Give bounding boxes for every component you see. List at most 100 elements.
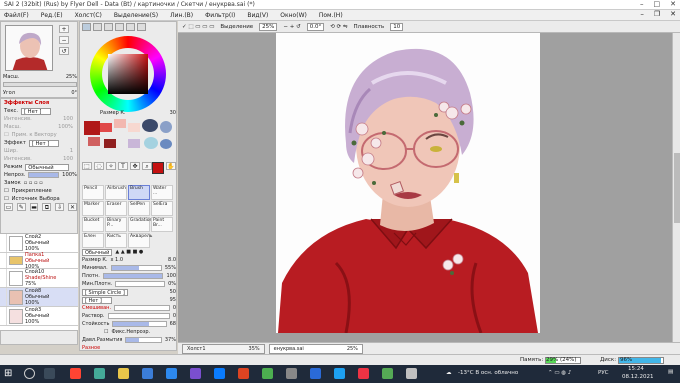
notifications-icon[interactable]: ▤ — [668, 369, 673, 375]
brush-eraser[interactable]: Eraser — [105, 201, 127, 216]
menu-window[interactable]: Окно(W) — [280, 12, 307, 19]
brush-watercolor[interactable]: Акварель — [128, 233, 152, 248]
min-size-slider[interactable] — [110, 265, 162, 271]
blend-slider[interactable] — [114, 305, 170, 311]
new-layer-icon[interactable]: ▭ — [4, 203, 13, 211]
nav-reset-button[interactable]: ↺ — [59, 47, 69, 55]
brush-blend[interactable]: Блен — [82, 233, 104, 248]
sai-icon[interactable] — [238, 368, 249, 379]
brush-marker[interactable]: Marker — [82, 201, 104, 216]
merge-layer-icon[interactable]: ⇩ — [55, 203, 65, 211]
menu-help[interactable]: Пом.(H) — [319, 12, 343, 19]
saturation-value-square[interactable] — [108, 54, 148, 94]
brush-shape-select[interactable]: [ Simple Circle ] — [82, 288, 128, 296]
layer-row[interactable]: Слой10 Shade/Shine 75% — [0, 269, 78, 288]
brush-binary[interactable]: Binary P... — [105, 217, 127, 232]
width-value[interactable]: 1 — [70, 148, 77, 154]
swatch[interactable] — [160, 139, 172, 149]
menu-selection[interactable]: Выделение(S) — [114, 12, 158, 19]
layers-scrollbar[interactable] — [0, 330, 78, 345]
app-icon[interactable] — [214, 368, 225, 379]
swatch[interactable] — [144, 137, 158, 149]
menu-edit[interactable]: Ред.(E) — [41, 12, 63, 19]
visibility-icon[interactable] — [0, 269, 7, 287]
clock-date[interactable]: 08.12.2021 — [622, 374, 654, 380]
selection-source-checkbox[interactable]: ☐ — [4, 196, 9, 202]
mixer-tab-icon[interactable] — [137, 23, 146, 31]
brush-paint[interactable]: Paint Br... — [151, 217, 173, 232]
density-slider[interactable] — [102, 273, 164, 279]
effect-select[interactable]: [ Нет ] — [28, 139, 59, 147]
zoom-tool-icon[interactable]: ⌕ — [142, 162, 152, 170]
vertical-scrollbar[interactable] — [672, 33, 680, 342]
color-swatches[interactable] — [84, 119, 176, 154]
app-icon[interactable] — [406, 368, 417, 379]
app-icon[interactable] — [190, 368, 201, 379]
current-color-swatch[interactable] — [152, 162, 164, 174]
swatch[interactable] — [114, 119, 126, 128]
app-icon[interactable] — [310, 368, 321, 379]
blend-mode-select[interactable]: Обычный — [25, 163, 70, 171]
doc-minimize-icon[interactable]: – — [640, 10, 644, 18]
store-icon[interactable] — [166, 368, 177, 379]
tab-active-document[interactable]: енукрва.sai 25% — [268, 343, 363, 354]
clock-time[interactable]: 15:24 — [628, 366, 644, 372]
rgb-tab-icon[interactable] — [93, 23, 102, 31]
selection-tool-icon[interactable]: ⬚ — [82, 162, 92, 170]
weather-text[interactable]: -13°C В осн. облачно — [458, 370, 518, 376]
swatch[interactable] — [84, 121, 100, 135]
brush-tip-icons[interactable]: ▲ ▲ ■ ■ ● — [115, 249, 143, 255]
blend-section-title[interactable]: Смешиван. — [82, 305, 111, 311]
intensity-value[interactable]: 100 — [63, 116, 77, 122]
app-icon[interactable] — [358, 368, 369, 379]
brush-texture-num[interactable]: 95 — [170, 297, 176, 303]
doc-restore-icon[interactable]: ❐ — [654, 10, 660, 18]
texture-select[interactable]: [ Нет ] — [21, 107, 51, 115]
brush-gradation[interactable]: Gradation — [128, 217, 152, 232]
yandex-browser-icon[interactable] — [70, 368, 81, 379]
brush-mode-select[interactable]: Обычный — [82, 248, 113, 256]
app-icon[interactable] — [286, 368, 297, 379]
size-mult[interactable]: x 1.0 — [111, 257, 124, 263]
search-icon[interactable] — [24, 368, 35, 379]
advanced-section[interactable]: Разное — [82, 345, 100, 351]
menu-view[interactable]: Вид(V) — [247, 12, 268, 19]
drawing-canvas[interactable] — [276, 33, 540, 333]
app-icon[interactable] — [142, 368, 153, 379]
brush-selera[interactable]: SelEra — [151, 201, 173, 216]
fix-opacity-checkbox[interactable]: ☐ — [104, 329, 108, 335]
brush-bucket[interactable]: Bucket — [82, 217, 104, 232]
layer-row[interactable]: Слой2 Обычный 100% — [0, 234, 78, 253]
delete-layer-icon[interactable]: ✕ — [68, 203, 77, 211]
visibility-icon[interactable] — [0, 288, 7, 306]
dilution-slider[interactable] — [107, 313, 170, 319]
brush-texture-select[interactable]: [ Нет ] — [82, 296, 112, 304]
tab-canvas1[interactable]: Холст1 35% — [182, 343, 265, 354]
copy-layer-icon[interactable]: ⧉ — [42, 203, 52, 211]
menu-layer[interactable]: Лин.(B) — [170, 12, 193, 19]
opacity-slider[interactable] — [28, 172, 60, 178]
magic-wand-icon[interactable]: ✧ — [106, 162, 116, 170]
brush-brush[interactable]: Brush — [128, 185, 150, 200]
blur-pressure-slider[interactable] — [125, 337, 162, 343]
windows-start-icon[interactable]: ⊞ — [4, 368, 15, 379]
flip-buttons[interactable]: ⟲ ⟳ ⇋ — [330, 24, 347, 30]
navigator-thumbnail[interactable] — [5, 25, 53, 71]
brush-selpen[interactable]: SelPen — [128, 201, 150, 216]
app-icon[interactable] — [94, 368, 105, 379]
close-icon[interactable]: ✕ — [670, 0, 676, 8]
visibility-icon[interactable] — [0, 307, 7, 325]
scratchpad-tab-icon[interactable] — [126, 23, 135, 31]
color-wheel-tab-icon[interactable] — [82, 23, 91, 31]
nav-zoom-in-button[interactable]: + — [59, 25, 69, 33]
swatch[interactable] — [128, 139, 140, 148]
maximize-icon[interactable]: □ — [654, 0, 661, 8]
layer-row[interactable]: Папка1 Обычный 100% — [0, 252, 78, 270]
menu-file[interactable]: Файл(F) — [4, 12, 29, 19]
angle-select[interactable]: 0.0° — [306, 22, 325, 31]
layer-row-selected[interactable]: Слой8 Обычный 100% — [0, 288, 78, 307]
zoom-select[interactable]: 25% — [259, 22, 278, 31]
move-tool-icon[interactable]: ✥ — [130, 162, 140, 170]
clipping-checkbox[interactable]: ☐ — [4, 188, 9, 194]
selection-label[interactable]: Выделение — [220, 24, 253, 30]
